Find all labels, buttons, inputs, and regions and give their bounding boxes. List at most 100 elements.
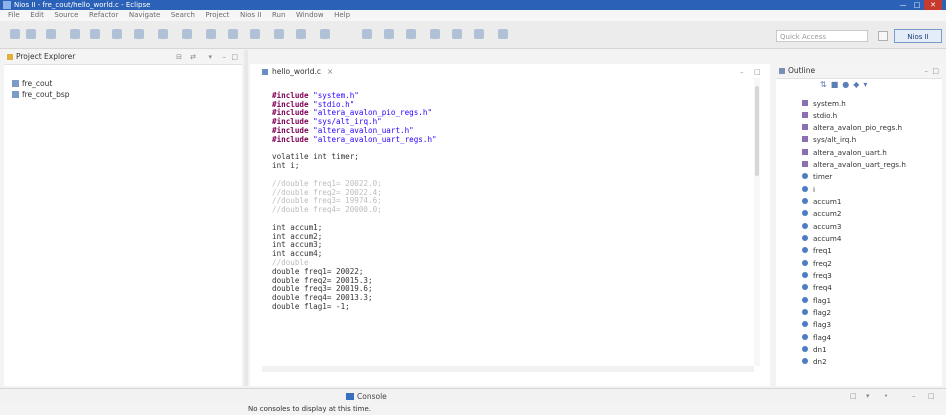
- outline-item[interactable]: stdio.h: [802, 111, 837, 120]
- outline-item[interactable]: accum1: [802, 197, 841, 206]
- print-icon[interactable]: [46, 29, 56, 39]
- collapse-all-icon[interactable]: ⊟: [176, 53, 182, 61]
- scroll-thumb[interactable]: [755, 86, 759, 176]
- menu-source[interactable]: Source: [54, 10, 78, 21]
- outline-header: Outline – □: [776, 64, 942, 79]
- menu-window[interactable]: Window: [296, 10, 324, 21]
- next-annotation-icon[interactable]: [384, 29, 394, 39]
- quick-access-input[interactable]: Quick Access: [776, 30, 868, 42]
- extra-icon[interactable]: [498, 29, 508, 39]
- new-class-icon[interactable]: [182, 29, 192, 39]
- menu-project[interactable]: Project: [205, 10, 229, 21]
- outline-item[interactable]: flag2: [802, 308, 831, 317]
- editor-maximize-icon[interactable]: □: [754, 68, 761, 76]
- minimize-button[interactable]: —: [896, 0, 910, 10]
- build-icon[interactable]: [70, 29, 80, 39]
- prev-annotation-icon[interactable]: [406, 29, 416, 39]
- open-console-icon[interactable]: □: [850, 392, 857, 400]
- run-icon[interactable]: [134, 29, 144, 39]
- save-icon[interactable]: [26, 29, 36, 39]
- filter-icon[interactable]: ◆: [853, 80, 863, 89]
- pin-icon[interactable]: [474, 29, 484, 39]
- build-all-icon[interactable]: [90, 29, 100, 39]
- outline-item[interactable]: freq3: [802, 271, 832, 280]
- menu-nios[interactable]: Nios II: [240, 10, 261, 21]
- hide-static-icon[interactable]: ●: [842, 80, 853, 89]
- console-tab[interactable]: Console: [346, 392, 387, 401]
- console-minimize-icon[interactable]: –: [912, 392, 916, 400]
- left-sash[interactable]: [244, 50, 248, 386]
- outline-item[interactable]: flag1: [802, 296, 831, 305]
- outline-item[interactable]: altera_avalon_uart_regs.h: [802, 160, 906, 169]
- annotation-icon[interactable]: [296, 29, 306, 39]
- new-folder-icon[interactable]: [206, 29, 216, 39]
- include-icon: [802, 161, 808, 167]
- menu-help[interactable]: Help: [334, 10, 350, 21]
- outline-item[interactable]: accum4: [802, 234, 841, 243]
- outline-item[interactable]: flag3: [802, 320, 831, 329]
- minimize-view-icon[interactable]: –: [223, 53, 227, 61]
- hide-fields-icon[interactable]: ■: [831, 80, 843, 89]
- menu-file[interactable]: File: [8, 10, 20, 21]
- tree-item[interactable]: fre_cout_bsp: [12, 90, 70, 99]
- console-icon: [346, 393, 354, 400]
- external-tools-icon[interactable]: [158, 29, 168, 39]
- menu-refactor[interactable]: Refactor: [89, 10, 118, 21]
- menu-icon[interactable]: ▾: [863, 80, 871, 89]
- close-tab-icon[interactable]: ×: [327, 67, 333, 76]
- outline-item[interactable]: altera_avalon_uart.h: [802, 148, 887, 157]
- display-console-icon[interactable]: ▾: [866, 392, 870, 400]
- outline-item[interactable]: sys/alt_irq.h: [802, 135, 856, 144]
- outline-item[interactable]: dn1: [802, 345, 827, 354]
- outline-item[interactable]: accum3: [802, 222, 841, 231]
- menu-navigate[interactable]: Navigate: [129, 10, 160, 21]
- forward-icon[interactable]: [452, 29, 462, 39]
- outline-view-icon: [779, 68, 785, 74]
- open-type-icon[interactable]: [228, 29, 238, 39]
- variable-icon: [802, 235, 808, 241]
- open-perspective-icon[interactable]: [878, 31, 888, 41]
- pin-console-icon[interactable]: •: [884, 392, 888, 400]
- link-editor-icon[interactable]: ⇄: [190, 53, 196, 61]
- debug-icon[interactable]: [112, 29, 122, 39]
- outline-item[interactable]: flag4: [802, 333, 831, 342]
- editor-horizontal-scrollbar[interactable]: [262, 366, 754, 372]
- menu-run[interactable]: Run: [272, 10, 285, 21]
- highlight-icon[interactable]: [362, 29, 372, 39]
- menu-search[interactable]: Search: [171, 10, 195, 21]
- outline-item[interactable]: system.h: [802, 99, 846, 108]
- code-line: //double freq4= 20000.0;: [272, 205, 382, 215]
- back-icon[interactable]: [430, 29, 440, 39]
- outline-maximize-icon[interactable]: □: [932, 67, 939, 75]
- console-maximize-icon[interactable]: □: [928, 392, 935, 400]
- new-icon[interactable]: [10, 29, 20, 39]
- menu-edit[interactable]: Edit: [30, 10, 44, 21]
- editor-vertical-scrollbar[interactable]: [754, 78, 760, 366]
- include-icon: [802, 124, 808, 130]
- variable-icon: [802, 272, 808, 278]
- outline-item[interactable]: freq2: [802, 259, 832, 268]
- outline-item[interactable]: freq1: [802, 246, 832, 255]
- outline-item[interactable]: timer: [802, 172, 832, 181]
- toggle-icon[interactable]: [274, 29, 284, 39]
- search-icon[interactable]: [250, 29, 260, 39]
- outline-item[interactable]: freq4: [802, 283, 832, 292]
- tree-item[interactable]: fre_cout: [12, 79, 52, 88]
- maximize-button[interactable]: □: [910, 0, 924, 10]
- outline-minimize-icon[interactable]: –: [925, 67, 929, 75]
- editor-minimize-icon[interactable]: –: [740, 68, 744, 76]
- outline-item[interactable]: i: [802, 185, 815, 194]
- outline-toolbar[interactable]: ⇅■●◆▾: [820, 80, 871, 89]
- maximize-view-icon[interactable]: □: [231, 53, 238, 61]
- editor-tab-hello-world[interactable]: hello_world.c ×: [258, 66, 340, 78]
- code-editor[interactable]: #include "system.h" #include "stdio.h" #in…: [272, 83, 437, 321]
- view-menu-icon[interactable]: ▾: [208, 53, 212, 61]
- close-button[interactable]: ✕: [924, 0, 942, 10]
- outline-item[interactable]: altera_avalon_pio_regs.h: [802, 123, 902, 132]
- perspective-nios-button[interactable]: Nios II: [894, 29, 942, 43]
- outline-item[interactable]: dn2: [802, 357, 827, 366]
- variable-icon: [802, 284, 808, 290]
- mark-icon[interactable]: [320, 29, 330, 39]
- sort-icon[interactable]: ⇅: [820, 80, 831, 89]
- outline-item[interactable]: accum2: [802, 209, 841, 218]
